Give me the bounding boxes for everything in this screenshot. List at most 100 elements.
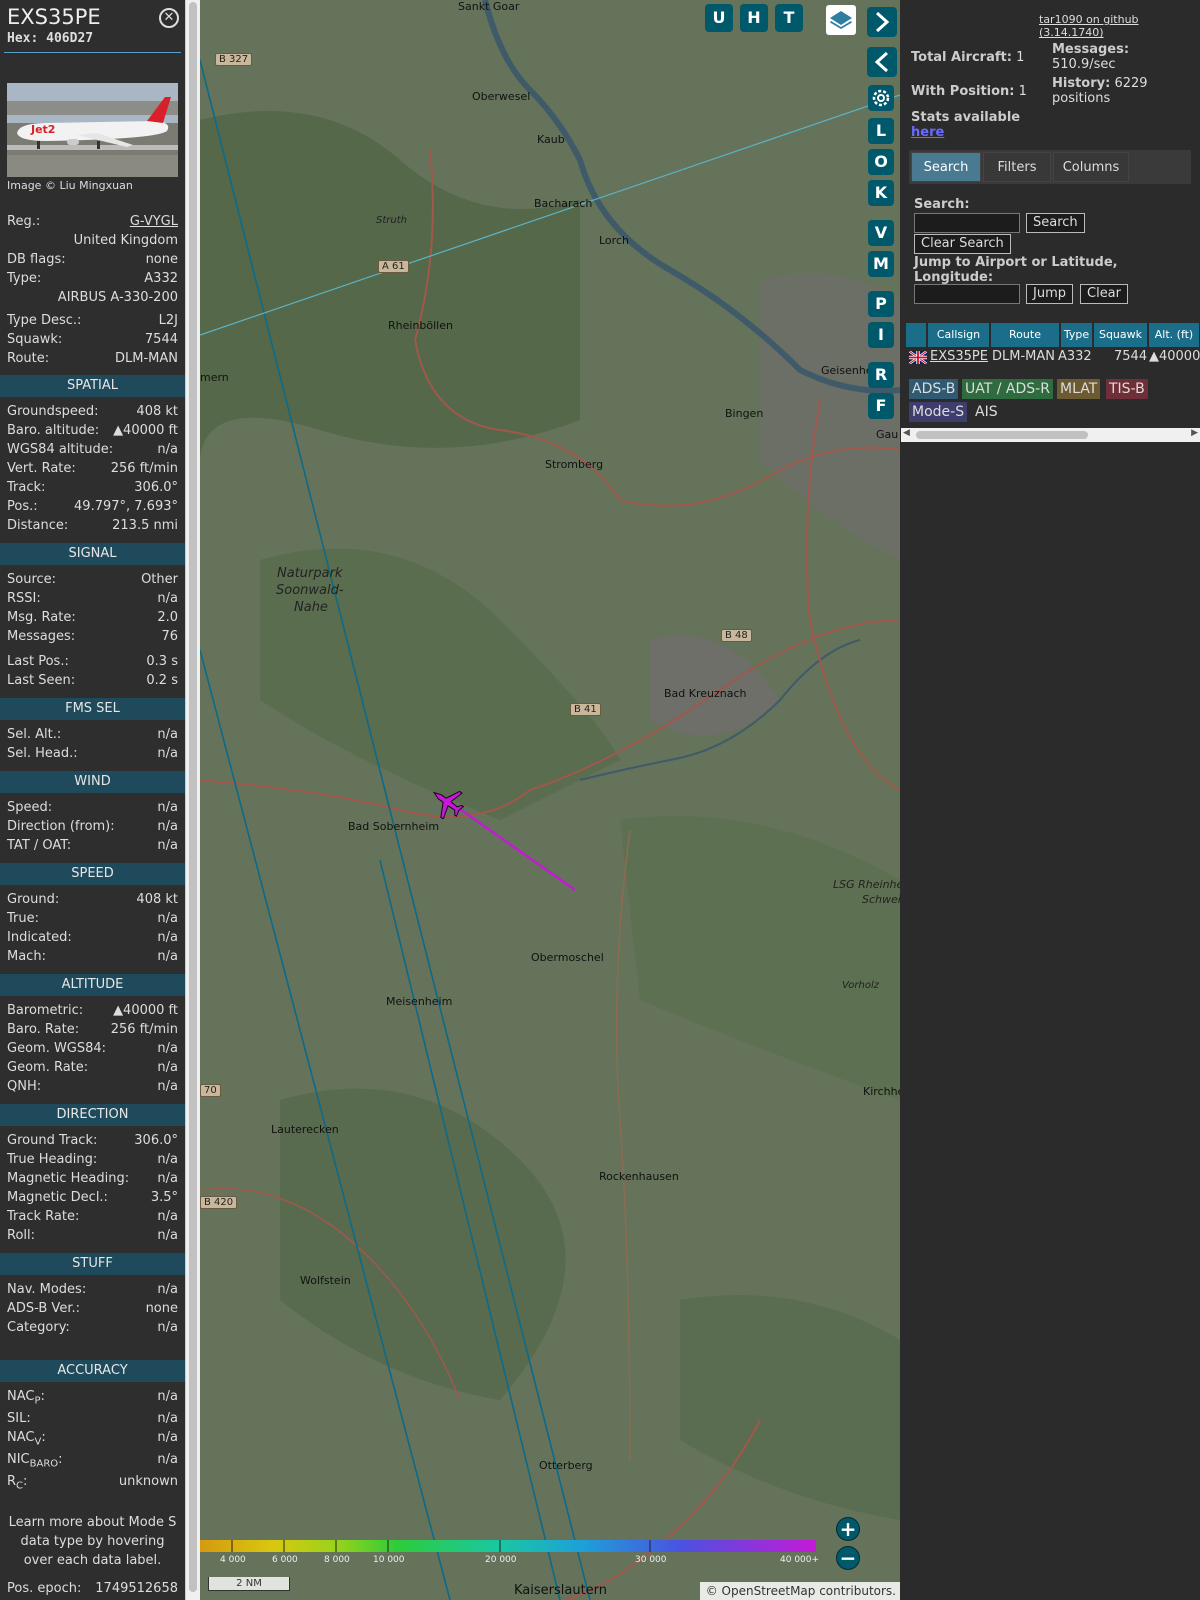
row-mag-decl[interactable]: Magnetic Decl.: 3.5° [7, 1190, 178, 1209]
chip-uat[interactable]: UAT / ADS-R [962, 379, 1053, 399]
row-nacp[interactable]: NACP: n/a [7, 1389, 178, 1408]
zoom-in-button[interactable]: + [836, 1517, 860, 1541]
row-nacv[interactable]: NACV: n/a [7, 1430, 178, 1449]
row-track[interactable]: Track: 306.0° [7, 480, 178, 499]
row-baro-rate[interactable]: Baro. Rate: 256 ft/min [7, 1022, 178, 1041]
row-qnh[interactable]: QNH: n/a [7, 1079, 178, 1098]
row-sil[interactable]: SIL: n/a [7, 1411, 178, 1430]
chip-modes[interactable]: Mode-S [909, 402, 968, 422]
toggle-h-button[interactable]: H [740, 4, 768, 32]
tab-search[interactable]: Search [911, 152, 981, 182]
scrollbar-thumb[interactable] [189, 2, 197, 1592]
row-roll[interactable]: Roll: n/a [7, 1228, 178, 1247]
toggle-u-button[interactable]: U [705, 4, 733, 32]
toggle-m-button[interactable]: M [868, 251, 894, 277]
toggle-p-button[interactable]: P [868, 291, 894, 317]
map-view[interactable]: Oberwesel Kaub Bacharach Lorch Rheinböll… [200, 0, 900, 1600]
toggle-i-button[interactable]: I [868, 322, 894, 348]
row-sel-alt[interactable]: Sel. Alt.: n/a [7, 727, 178, 746]
row-vert-rate[interactable]: Vert. Rate: 256 ft/min [7, 461, 178, 480]
toggle-o-button[interactable]: O [868, 149, 894, 175]
chip-mlat[interactable]: MLAT [1057, 379, 1101, 399]
row-category[interactable]: Category: n/a [7, 1320, 178, 1339]
toggle-r-button[interactable]: R [868, 362, 894, 388]
reg-value[interactable]: G-VYGL [130, 214, 178, 229]
row-indicated[interactable]: Indicated: n/a [7, 930, 178, 949]
row-nav-modes[interactable]: Nav. Modes: n/a [7, 1282, 178, 1301]
row-wgs-alt[interactable]: WGS84 altitude: n/a [7, 442, 178, 461]
toggle-v-button[interactable]: V [868, 220, 894, 246]
row-rc[interactable]: RC: unknown [7, 1474, 178, 1493]
table-header-type[interactable]: Type [1061, 323, 1093, 347]
row-ground-speed[interactable]: Ground: 408 kt [7, 892, 178, 911]
chip-tisb[interactable]: TIS-B [1106, 379, 1148, 399]
row-source[interactable]: Source: Other [7, 572, 178, 591]
aircraft-marker-icon[interactable] [427, 785, 467, 819]
expand-sidebar-button[interactable] [867, 7, 897, 37]
scroll-right-icon[interactable]: ▶ [1191, 428, 1198, 438]
row-adsb-ver[interactable]: ADS-B Ver.: none [7, 1301, 178, 1320]
collapse-sidebar-button[interactable] [867, 47, 897, 77]
row-mach[interactable]: Mach: n/a [7, 949, 178, 968]
reg-link[interactable]: G-VYGL [130, 214, 178, 229]
jump-input[interactable] [914, 284, 1020, 304]
map-attribution[interactable]: © OpenStreetMap contributors. [700, 1582, 900, 1600]
row-baro-alt[interactable]: Baro. altitude: ▲40000 ft [7, 423, 178, 442]
row-distance[interactable]: Distance: 213.5 nmi [7, 518, 178, 537]
tab-columns[interactable]: Columns [1053, 152, 1129, 182]
layers-button[interactable] [826, 5, 856, 35]
chip-ais[interactable]: AIS [972, 402, 1001, 422]
row-last-seen[interactable]: Last Seen: 0.2 s [7, 673, 178, 692]
row-msg-rate[interactable]: Msg. Rate: 2.0 [7, 610, 178, 629]
row-ground-track[interactable]: Ground Track: 306.0° [7, 1133, 178, 1152]
table-horizontal-scrollbar[interactable]: ◀ ▶ [901, 428, 1200, 442]
toggle-k-button[interactable]: K [868, 180, 894, 206]
clear-jump-button[interactable]: Clear [1080, 284, 1128, 304]
toggle-l-button[interactable]: L [868, 118, 894, 144]
chip-adsb[interactable]: ADS-B [909, 379, 959, 399]
row-last-pos[interactable]: Last Pos.: 0.3 s [7, 654, 178, 673]
row-geom[interactable]: Geom. WGS84: n/a [7, 1041, 178, 1060]
rc-label-sub: C [16, 1480, 24, 1492]
row-sel-head[interactable]: Sel. Head.: n/a [7, 746, 178, 765]
row-callsign[interactable]: EXS35PE [930, 349, 988, 367]
row-geom-rate[interactable]: Geom. Rate: n/a [7, 1060, 178, 1079]
stats-link[interactable]: here [911, 125, 944, 140]
row-tat[interactable]: TAT / OAT: n/a [7, 838, 178, 857]
close-icon[interactable]: ✕ [159, 8, 179, 28]
row-wind-dir[interactable]: Direction (from): n/a [7, 819, 178, 838]
info-panel-scrollbar[interactable] [185, 0, 200, 1600]
table-header-route[interactable]: Route [991, 323, 1060, 347]
row-true-heading[interactable]: True Heading: n/a [7, 1152, 178, 1171]
adsb-ver-label: ADS-B Ver.: [7, 1301, 80, 1316]
scrollbar-thumb[interactable] [916, 431, 1088, 439]
clear-search-button[interactable]: Clear Search [914, 234, 1011, 254]
table-header-callsign[interactable]: Callsign [928, 323, 990, 347]
scroll-left-icon[interactable]: ◀ [903, 428, 910, 438]
table-header-alt[interactable]: Alt. (ft) [1149, 323, 1200, 347]
row-true-speed[interactable]: True: n/a [7, 911, 178, 930]
row-barometric[interactable]: Barometric: ▲40000 ft [7, 1003, 178, 1022]
search-input[interactable] [914, 213, 1020, 233]
aircraft-photo[interactable]: Jet2 [7, 83, 178, 177]
row-track-rate[interactable]: Track Rate: n/a [7, 1209, 178, 1228]
toggle-f-button[interactable]: F [868, 393, 894, 419]
toggle-t-button[interactable]: T [775, 4, 803, 32]
search-button[interactable]: Search [1026, 213, 1085, 233]
row-route: DLM-MAN [992, 349, 1055, 364]
row-rssi[interactable]: RSSI: n/a [7, 591, 178, 610]
row-nic-baro[interactable]: NICBARO: n/a [7, 1452, 178, 1471]
row-wind-speed[interactable]: Speed: n/a [7, 800, 178, 819]
row-messages[interactable]: Messages: 76 [7, 629, 178, 648]
table-header-squawk[interactable]: Squawk [1094, 323, 1148, 347]
tab-filters[interactable]: Filters [983, 152, 1051, 182]
row-pos[interactable]: Pos.: 49.797°, 7.693° [7, 499, 178, 518]
sel-alt-label: Sel. Alt.: [7, 727, 62, 742]
row-groundspeed[interactable]: Groundspeed: 408 kt [7, 404, 178, 423]
row-epoch[interactable]: Pos. epoch: 1749512658 [7, 1581, 178, 1600]
row-mag-heading[interactable]: Magnetic Heading: n/a [7, 1171, 178, 1190]
section-spatial: SPATIAL [0, 375, 185, 397]
github-link[interactable]: tar1090 on github (3.14.1740) [1039, 13, 1200, 39]
settings-button[interactable] [868, 85, 894, 111]
jump-button[interactable]: Jump [1026, 284, 1073, 304]
